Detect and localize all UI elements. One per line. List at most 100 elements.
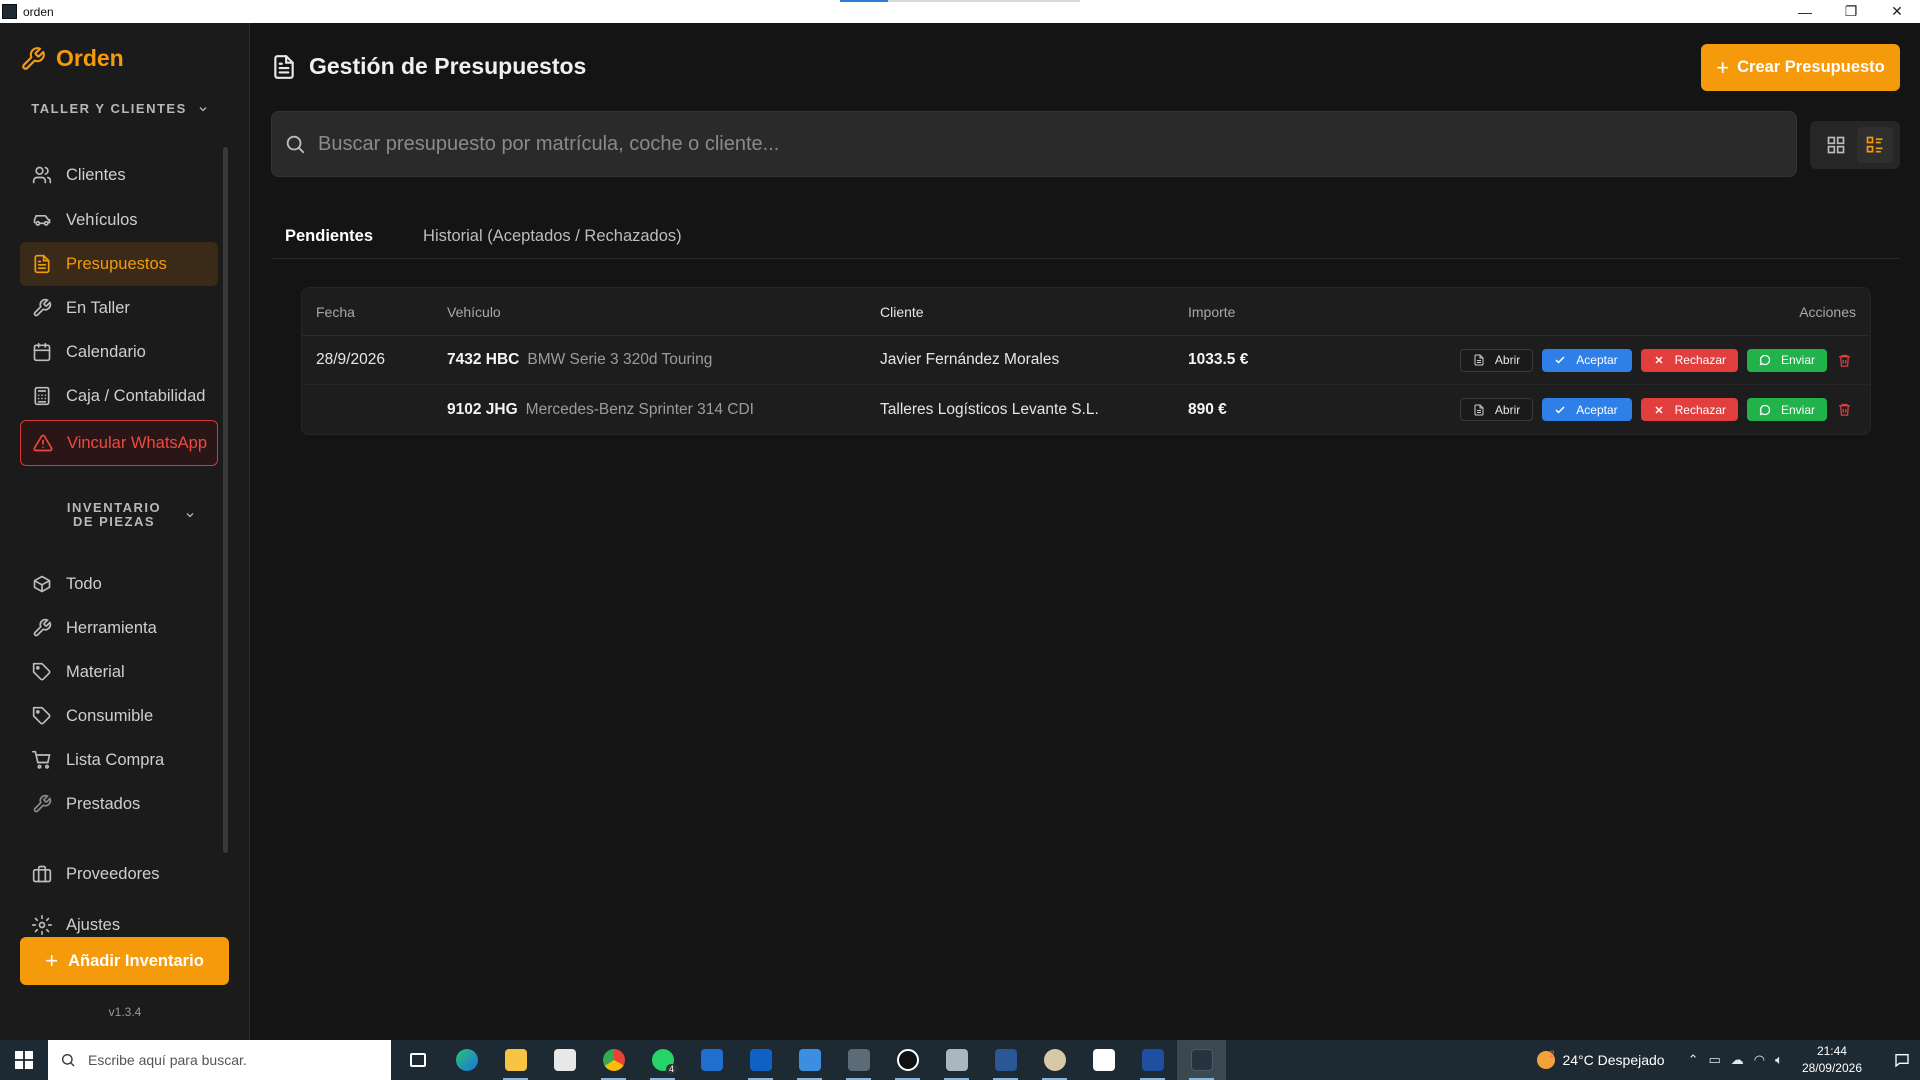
paint-taskbar-button[interactable] [1030, 1040, 1079, 1080]
whatsapp-taskbar-button[interactable]: 4 [638, 1040, 687, 1080]
close-button[interactable]: ✕ [1874, 0, 1920, 23]
accept-label: Aceptar [1576, 402, 1618, 417]
sidebar-item-herramienta[interactable]: Herramienta [20, 606, 218, 650]
whatsapp-badge: 4 [665, 1064, 677, 1074]
reject-button[interactable]: Rechazar [1640, 398, 1738, 421]
search-input[interactable] [318, 132, 1718, 156]
photos-taskbar-button[interactable] [785, 1040, 834, 1080]
list-icon [1866, 136, 1882, 153]
row-actions: Abrir Aceptar Rechazar Enviar [1451, 398, 1852, 421]
accept-button[interactable]: Aceptar [1542, 398, 1632, 421]
taskbar-clock[interactable]: 21:44 28/09/2026 [1802, 1043, 1862, 1077]
sidebar-item-vehiculos[interactable]: Vehículos [20, 198, 218, 242]
tab-historial[interactable]: Historial (Aceptados / Rechazados) [409, 205, 696, 258]
sidebar-item-en-taller[interactable]: En Taller [20, 286, 218, 330]
sidebar-item-vincular-whatsapp[interactable]: Vincular WhatsApp [20, 420, 218, 466]
sidebar-item-label: Calendario [66, 342, 146, 361]
tag-icon [32, 662, 51, 681]
chrome-taskbar-button[interactable] [589, 1040, 638, 1080]
section-inventario[interactable]: INVENTARIO DE PIEZAS [20, 501, 230, 529]
word-icon [994, 1049, 1017, 1071]
sidebar-item-consumible[interactable]: Consumible [20, 694, 218, 738]
header-fecha[interactable]: Fecha [316, 304, 355, 320]
add-inventory-button[interactable]: + Añadir Inventario [20, 937, 229, 985]
sidebar-item-label: Clientes [66, 165, 126, 184]
sidebar-item-prestados[interactable]: Prestados [20, 782, 218, 826]
brand[interactable]: Orden [20, 45, 124, 72]
row-date: 28/9/2026 [316, 351, 385, 368]
minimize-button[interactable]: — [1782, 0, 1828, 23]
tab-pendientes[interactable]: Pendientes [271, 205, 387, 258]
remote-taskbar-button[interactable] [932, 1040, 981, 1080]
task-view-button[interactable] [393, 1040, 442, 1080]
edge-taskbar-button[interactable] [442, 1040, 491, 1080]
table-row[interactable]: 9102 JHG Mercedes-Benz Sprinter 314 CDI … [302, 385, 1870, 434]
reject-button[interactable]: Rechazar [1640, 348, 1738, 372]
section-taller-clientes[interactable]: TALLER Y CLIENTES [20, 101, 220, 116]
sidebar-item-todo[interactable]: Todo [20, 562, 218, 606]
trash-icon[interactable] [1837, 353, 1852, 368]
send-button[interactable]: Enviar [1746, 348, 1827, 372]
chevron-up-icon[interactable]: ⌃ [1688, 1052, 1699, 1068]
check-icon [1555, 405, 1565, 414]
sidebar-item-lista-compra[interactable]: Lista Compra [20, 738, 218, 782]
chat-bubble-icon [1759, 354, 1771, 366]
logitech-taskbar-button[interactable] [883, 1040, 932, 1080]
calculator-icon [847, 1049, 870, 1071]
wrench-icon [33, 618, 52, 637]
calculator-taskbar-button[interactable] [834, 1040, 883, 1080]
header-vehiculo[interactable]: Vehículo [447, 304, 501, 320]
grid-icon [1827, 136, 1844, 154]
store-taskbar-button[interactable] [540, 1040, 589, 1080]
explorer-taskbar-button[interactable] [491, 1040, 540, 1080]
sidebar-item-proveedores[interactable]: Proveedores [20, 852, 218, 896]
x-icon [1655, 356, 1663, 364]
open-button[interactable]: Abrir [1459, 398, 1534, 421]
sidebar-item-caja-contabilidad[interactable]: Caja / Contabilidad [20, 374, 218, 418]
weather-widget[interactable]: 2 24°C Despejado [1537, 1049, 1665, 1069]
trash-icon[interactable] [1837, 402, 1852, 417]
list-view-button[interactable] [1856, 127, 1893, 163]
sidebar-scrollbar[interactable] [223, 147, 228, 853]
mail-icon [700, 1049, 723, 1071]
outlook-taskbar-button[interactable] [736, 1040, 785, 1080]
volume-icon[interactable]: 🔈︎ [1775, 1052, 1783, 1068]
sidebar-item-label: Caja / Contabilidad [66, 386, 206, 405]
chrome-icon [602, 1049, 625, 1071]
arc-taskbar-button[interactable] [1079, 1040, 1128, 1080]
sidebar-item-presupuestos[interactable]: Presupuestos [20, 242, 218, 286]
chevron-down-icon [186, 513, 194, 518]
wifi-icon[interactable]: ◠ [1754, 1052, 1765, 1068]
restore-button[interactable]: ❐ [1828, 0, 1874, 23]
clock-date: 28/09/2026 [1801, 1061, 1862, 1075]
taskbar-search[interactable]: Escribe aquí para buscar. [48, 1040, 391, 1080]
start-button[interactable] [0, 1040, 48, 1080]
notification-center-button[interactable] [1884, 1052, 1920, 1068]
sidebar-item-label: Ajustes [66, 915, 121, 934]
header-cliente[interactable]: Cliente [880, 304, 924, 320]
header-importe[interactable]: Importe [1188, 304, 1235, 320]
accept-label: Aceptar [1576, 353, 1618, 367]
send-button[interactable]: Enviar [1746, 398, 1827, 421]
header-acciones: Acciones [1799, 303, 1856, 320]
create-presupuesto-button[interactable]: + Crear Presupuesto [1701, 44, 1900, 91]
table-row[interactable]: 28/9/2026 7432 HBC BMW Serie 3 320d Tour… [302, 336, 1870, 385]
sidebar-item-calendario[interactable]: Calendario [20, 330, 218, 374]
accept-button[interactable]: Aceptar [1542, 348, 1632, 372]
tray-icons: ⌃ ▭ ☁ ◠ 🔈︎ [1683, 1052, 1788, 1068]
mail-taskbar-button[interactable] [687, 1040, 736, 1080]
monitor-icon[interactable]: ▭ [1708, 1052, 1720, 1068]
page-title-text: Gestión de Presupuestos [309, 53, 587, 79]
grid-view-button[interactable] [1818, 127, 1854, 163]
edge-icon [455, 1049, 478, 1071]
cloud-off-icon[interactable]: ☁ [1731, 1052, 1744, 1068]
orden-taskbar-button[interactable] [1177, 1040, 1226, 1080]
terminal-taskbar-button[interactable] [1128, 1040, 1177, 1080]
sidebar-item-clientes[interactable]: Clientes [20, 153, 218, 197]
main-content: Gestión de Presupuestos + Crear Presupue… [251, 23, 1920, 1040]
open-button[interactable]: Abrir [1459, 348, 1534, 372]
gear-icon [32, 915, 52, 935]
x-icon [1655, 405, 1663, 414]
sidebar-item-material[interactable]: Material [20, 650, 218, 694]
word-taskbar-button[interactable] [981, 1040, 1030, 1080]
